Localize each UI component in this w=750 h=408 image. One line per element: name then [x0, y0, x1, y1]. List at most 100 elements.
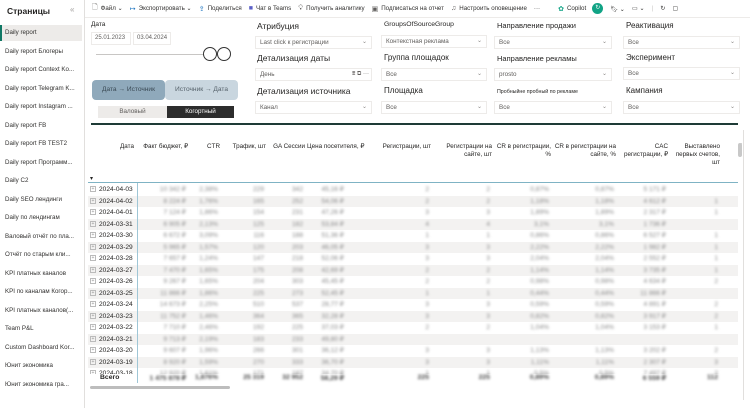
expand-icon[interactable]: + [90, 312, 96, 319]
reactivation-dropdown[interactable]: Все ⌄ [623, 36, 740, 49]
ad-direction-dropdown[interactable]: prosto ⌄ [494, 68, 612, 81]
date-slider-start-handle[interactable] [203, 47, 217, 61]
comment-icon[interactable]: ▢ [673, 5, 679, 12]
date-cell[interactable]: +2024-03-27 [90, 265, 133, 277]
campaign-dropdown[interactable]: Все ⌄ [623, 101, 740, 114]
sidebar-item[interactable]: Юнит экономика гра... [0, 377, 82, 393]
date-cell[interactable]: +2024-03-23 [90, 311, 133, 323]
expand-icon[interactable]: + [90, 197, 96, 204]
date-cell[interactable]: +2024-03-30 [90, 230, 133, 242]
sidebar-item[interactable]: Daily report FB [0, 118, 82, 134]
sidebar-item[interactable]: KPI платных каналов [0, 266, 82, 282]
date-slider-end-handle[interactable] [217, 47, 231, 61]
sidebar-item[interactable]: Daily report Context Ko... [0, 62, 82, 78]
export-menu[interactable]: ↦ Экспортировать ⌄ [130, 5, 192, 13]
more-button[interactable]: ··· [534, 5, 540, 12]
column-header[interactable]: Факт бюджет, ₽ [136, 143, 188, 151]
sidebar-item[interactable]: Team P&L [0, 321, 82, 337]
subscribe-button[interactable]: ▣ Подписаться на отчет [372, 5, 444, 13]
expand-icon[interactable]: + [90, 266, 96, 273]
insights-button[interactable]: 💡︎ Получить аналитику [298, 5, 364, 13]
sidebar-item[interactable]: Custom Dashboard Kor... [0, 340, 82, 356]
date-cell[interactable]: +2024-03-24 [90, 299, 133, 311]
date-source-button[interactable]: Дата → Источник [92, 80, 165, 100]
expand-icon[interactable]: + [90, 209, 96, 216]
expand-icon[interactable]: + [90, 289, 96, 296]
vertical-scrollbar[interactable] [738, 143, 742, 157]
site-group-dropdown[interactable]: Все ⌄ [381, 68, 487, 81]
date-cell[interactable]: +2024-03-19 [90, 357, 133, 369]
sidebar-item[interactable]: KPI платных каналов(... [0, 303, 82, 319]
column-header[interactable]: Регистрации, шт [348, 143, 431, 151]
date-cell[interactable]: +2024-03-22 [90, 322, 133, 334]
trial-dropdown[interactable]: Все ⌄ [494, 101, 612, 114]
site-dropdown[interactable]: Все ⌄ [381, 101, 487, 114]
sidebar-item[interactable]: Daily report Telegram K... [0, 81, 82, 97]
expand-icon[interactable]: + [90, 278, 96, 285]
sidebar-item[interactable]: Daily report FB TEST2 [0, 136, 82, 152]
horizontal-scrollbar[interactable] [90, 386, 230, 389]
column-header[interactable]: CTR [190, 143, 220, 151]
expand-icon[interactable]: + [90, 301, 96, 308]
date-detail-dropdown[interactable]: День ⩩ ⧉ ··· [255, 68, 372, 81]
refresh-icon[interactable]: ↻ [660, 5, 665, 12]
alert-button[interactable]: ♫ Настроить оповещение [451, 5, 527, 12]
expand-icon[interactable]: + [90, 335, 96, 342]
expand-icon[interactable]: + [90, 358, 96, 365]
copilot-button[interactable]: ✿ Copilot [558, 5, 586, 13]
gross-toggle[interactable]: Валовый [98, 106, 167, 118]
sidebar-item[interactable]: Daily report Программ... [0, 155, 82, 171]
expand-icon[interactable]: + [90, 186, 96, 193]
sort-arrow-icon[interactable]: ▾ [90, 175, 93, 182]
sidebar-item[interactable]: Daily по лендингам [0, 210, 82, 226]
sidebar-item[interactable]: Daily report [0, 25, 82, 41]
sidebar-item[interactable]: Daily C2 [0, 173, 82, 189]
column-header[interactable]: CR в регистрации на сайте, % [553, 143, 616, 159]
teams-chat-button[interactable]: ■ Чат в Teams [249, 5, 291, 12]
file-menu[interactable]: 🗋 Файл ⌄ [92, 3, 123, 14]
bookmark-icon[interactable]: 🔖︎ ⌄ [610, 5, 625, 13]
date-cell[interactable]: +2024-03-28 [90, 253, 133, 265]
collapse-icon[interactable]: « [70, 5, 74, 14]
expand-icon[interactable]: + [90, 324, 96, 331]
filter-focus-more-icons[interactable]: ⩩ ⧉ ··· [352, 69, 369, 80]
view-icon[interactable]: ▭ ⌄ [632, 5, 645, 12]
cohort-toggle[interactable]: Когортный [167, 106, 234, 118]
attribution-dropdown[interactable]: Last click к регистрации ⌄ [255, 36, 372, 49]
date-cell[interactable]: +2024-03-25 [90, 288, 133, 300]
sidebar-item[interactable]: KPI по каналам Когор... [0, 284, 82, 300]
column-header[interactable]: Регистрации на сайте, шт [433, 143, 492, 159]
column-header[interactable]: Дата [88, 143, 134, 151]
column-header[interactable]: CR в регистрации, % [494, 143, 551, 159]
share-button[interactable]: ⇪ Поделиться [199, 5, 242, 13]
sidebar-item[interactable]: Отчёт по старым кли... [0, 247, 82, 263]
column-header[interactable]: Цена посетителя, ₽ [307, 143, 364, 151]
sidebar-item[interactable]: Daily SEO лендинги [0, 192, 82, 208]
column-header[interactable]: Трафик, шт [222, 143, 266, 151]
expand-icon[interactable]: + [90, 220, 96, 227]
date-cell[interactable]: +2024-03-31 [90, 219, 133, 231]
date-cell[interactable]: +2024-04-02 [90, 196, 133, 208]
date-cell[interactable]: +2024-03-29 [90, 242, 133, 254]
expand-icon[interactable]: + [90, 243, 96, 250]
column-header[interactable]: CAC регистрации, ₽ [618, 143, 668, 159]
sidebar-item[interactable]: Валовый отчёт по пла... [0, 229, 82, 245]
experiment-dropdown[interactable]: Все ⌄ [623, 67, 740, 80]
date-cell[interactable]: +2024-04-01 [90, 207, 133, 219]
sidebar-item[interactable]: Daily report Instagram ... [0, 99, 82, 115]
expand-icon[interactable]: + [90, 232, 96, 239]
date-slider-track[interactable] [96, 54, 206, 55]
date-cell[interactable]: +2024-03-26 [90, 276, 133, 288]
sidebar-item[interactable]: Daily report Блогеры [0, 44, 82, 60]
sidebar-item[interactable]: Юнит экономика [0, 358, 82, 374]
source-detail-dropdown[interactable]: Канал ⌄ [255, 101, 372, 114]
date-cell[interactable]: +2024-03-21 [90, 334, 133, 346]
expand-icon[interactable]: + [90, 255, 96, 262]
date-to-input[interactable]: 03.04.2024 [133, 32, 171, 45]
expand-icon[interactable]: + [90, 347, 96, 354]
groups-dropdown[interactable]: Контекстная реклама ⌄ [381, 35, 487, 48]
sale-direction-dropdown[interactable]: Все ⌄ [494, 36, 612, 49]
column-header[interactable]: Выставлено первых счетов, шт [670, 143, 720, 167]
avatar[interactable]: ↻ [592, 3, 604, 14]
source-date-button[interactable]: Источник → Дата [165, 80, 238, 100]
